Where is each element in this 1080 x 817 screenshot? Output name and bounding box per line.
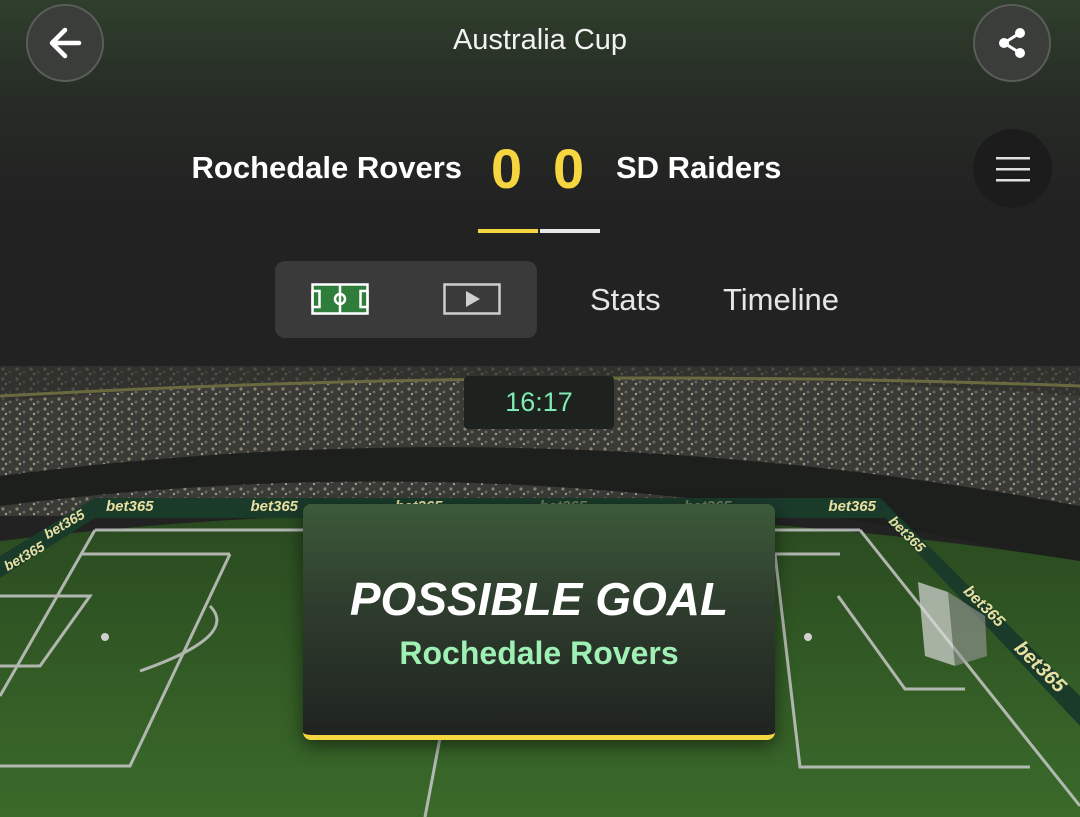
match-clock: 16:17 — [464, 376, 614, 429]
view-toggle — [275, 261, 537, 338]
ad-board-text: bet365 — [828, 498, 876, 515]
pitch-view-button[interactable] — [311, 283, 369, 320]
ad-board-text: bet365 — [106, 498, 154, 515]
ad-board-text: bet365 — [250, 498, 299, 515]
home-score: 0 — [491, 137, 523, 200]
event-card: POSSIBLE GOAL Rochedale Rovers — [303, 504, 775, 740]
tab-stats[interactable]: Stats — [590, 282, 661, 318]
share-button[interactable] — [973, 4, 1051, 82]
hamburger-menu-icon — [995, 156, 1030, 181]
event-title: POSSIBLE GOAL — [349, 573, 729, 625]
video-view-button[interactable] — [443, 283, 501, 320]
away-possession-indicator — [540, 229, 600, 233]
tab-timeline[interactable]: Timeline — [723, 282, 839, 318]
competition-title: Australia Cup — [452, 24, 628, 56]
share-icon — [999, 28, 1025, 58]
home-possession-indicator — [478, 229, 538, 233]
match-header: Australia Cup Rochedale Rovers 0 0 SD Ra… — [0, 0, 1080, 366]
event-team: Rochedale Rovers — [399, 635, 679, 671]
live-pitch-visualisation: bet365 bet365 bet365 bet365 bet365 bet36… — [0, 366, 1080, 817]
away-team-name: SD Raiders — [616, 150, 782, 185]
home-team-name: Rochedale Rovers — [191, 150, 463, 185]
scoreline: Rochedale Rovers 0 0 SD Raiders — [0, 136, 1080, 200]
pitch-icon — [311, 283, 369, 315]
away-score: 0 — [553, 137, 585, 200]
play-video-icon — [443, 283, 501, 315]
menu-button[interactable] — [973, 129, 1052, 208]
